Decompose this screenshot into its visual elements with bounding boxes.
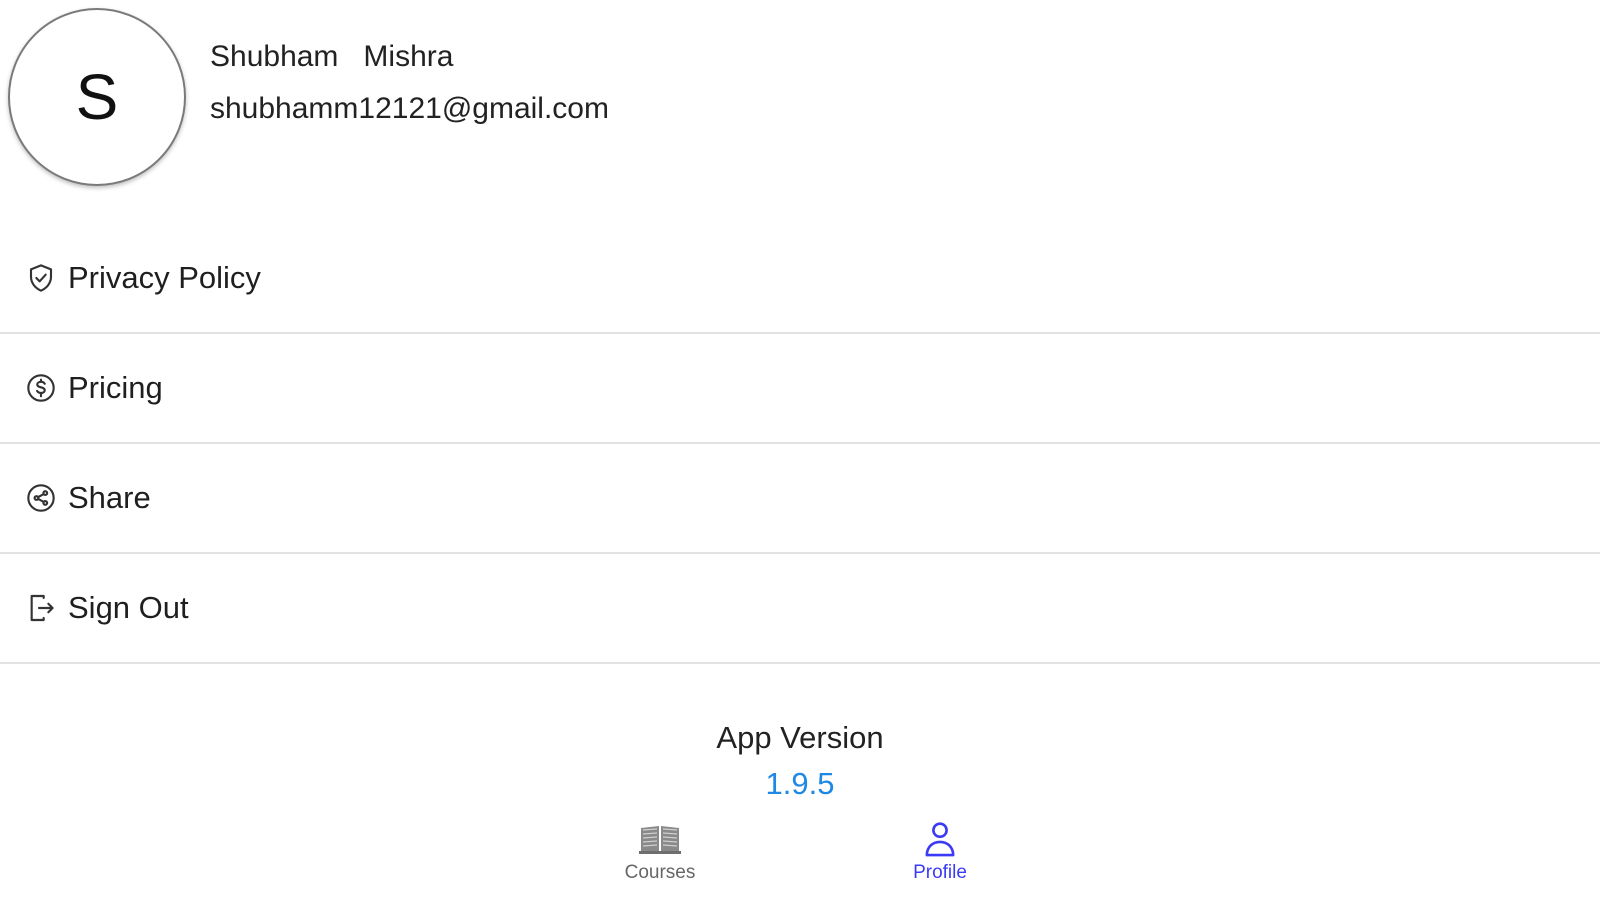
user-name: Shubham Mishra [210,40,454,73]
settings-menu: Privacy Policy Pricing Share Sign Out [0,224,1600,664]
nav-tab-label: Courses [624,862,696,883]
nav-tab-profile[interactable]: Profile [870,820,1010,884]
profile-header: S Shubham Mishra shubhamm12121@gmail.com [8,8,609,186]
avatar-letter: S [75,61,119,133]
app-version-number: 1.9.5 [765,766,835,801]
menu-item-label: Privacy Policy [68,260,261,295]
menu-item-pricing[interactable]: Pricing [0,334,1600,444]
sign-out-icon [24,591,58,625]
bottom-nav: Courses Profile [0,820,1600,900]
user-email: shubhamm12121@gmail.com [210,92,609,125]
share-icon [24,481,58,515]
menu-item-share[interactable]: Share [0,444,1600,554]
menu-item-sign-out[interactable]: Sign Out [0,554,1600,664]
avatar: S [8,8,186,186]
menu-item-label: Pricing [68,370,163,405]
profile-screen: S Shubham Mishra shubhamm12121@gmail.com… [0,0,1600,900]
menu-item-label: Sign Out [68,590,189,625]
nav-tab-label: Profile [913,862,967,883]
dollar-circle-icon [24,371,58,405]
app-version: App Version 1.9.5 [0,720,1600,802]
app-version-label: App Version [716,720,884,755]
book-open-icon [638,820,682,858]
profile-info: Shubham Mishra shubhamm12121@gmail.com [210,40,609,126]
shield-check-icon [24,261,58,295]
person-icon [918,820,962,858]
menu-item-privacy-policy[interactable]: Privacy Policy [0,224,1600,334]
menu-item-label: Share [68,480,151,515]
nav-tab-courses[interactable]: Courses [590,820,730,884]
